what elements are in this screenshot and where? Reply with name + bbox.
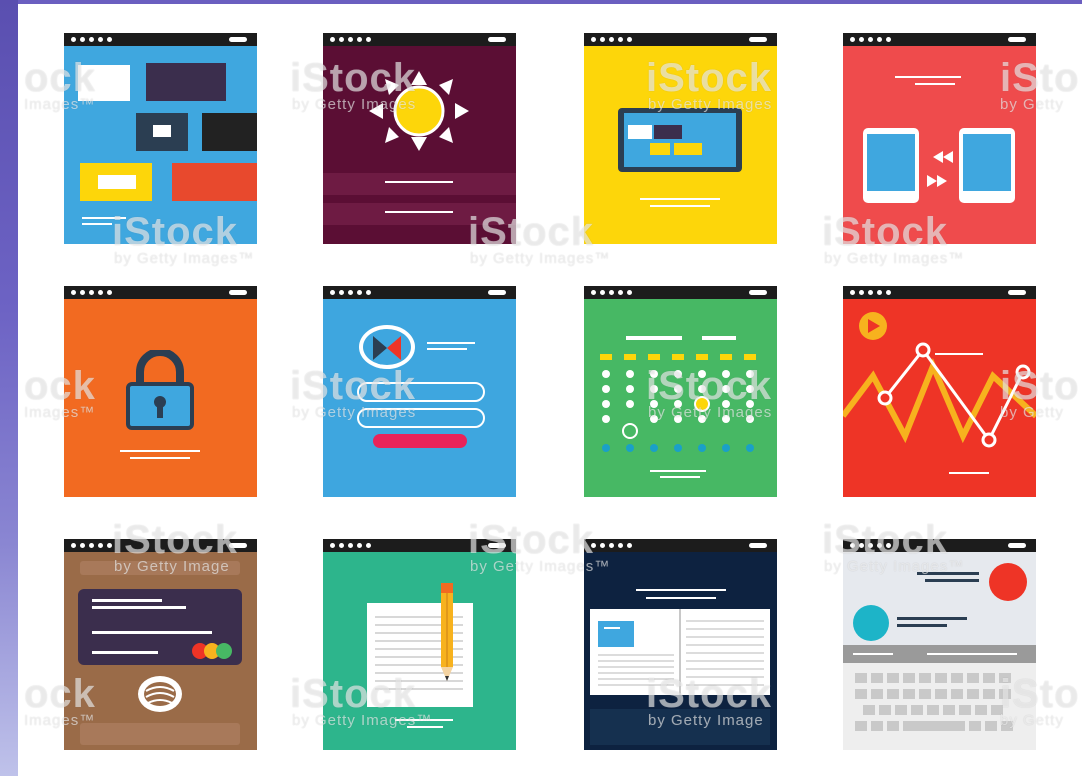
left-border — [0, 0, 18, 776]
top-border — [0, 0, 1082, 4]
tile-notes — [323, 539, 516, 750]
tile-login — [323, 286, 516, 497]
status-bar — [64, 33, 257, 46]
profile-login-icon — [359, 325, 415, 369]
tile-payment — [64, 539, 257, 750]
play-chart-icon — [843, 312, 1036, 474]
tile-sync — [843, 33, 1036, 244]
tile-ebook — [584, 539, 777, 750]
status-bar — [843, 33, 1036, 46]
fingerprint-icon — [138, 676, 182, 712]
tile-security — [64, 286, 257, 497]
sun-icon — [369, 71, 469, 151]
status-bar — [64, 286, 257, 299]
padlock-icon — [126, 350, 194, 430]
tile-layout-grid — [64, 33, 257, 244]
status-bar — [323, 33, 516, 46]
status-bar — [584, 539, 777, 552]
status-bar — [584, 33, 777, 46]
watermark-byline: by Getty Images™ — [824, 250, 965, 267]
status-bar — [843, 286, 1036, 299]
calendar-dots-icon — [600, 354, 756, 452]
tile-messaging — [843, 539, 1036, 750]
tile-video-chart — [843, 286, 1036, 497]
tile-calendar — [584, 286, 777, 497]
status-bar — [843, 539, 1036, 552]
status-bar — [584, 286, 777, 299]
status-bar — [323, 539, 516, 552]
tile-tablet — [584, 33, 777, 244]
status-bar — [323, 286, 516, 299]
tile-weather — [323, 33, 516, 244]
status-bar — [64, 539, 257, 552]
watermark-byline: by Getty Images™ — [470, 250, 611, 267]
watermark-byline: by Getty Images™ — [114, 250, 255, 267]
